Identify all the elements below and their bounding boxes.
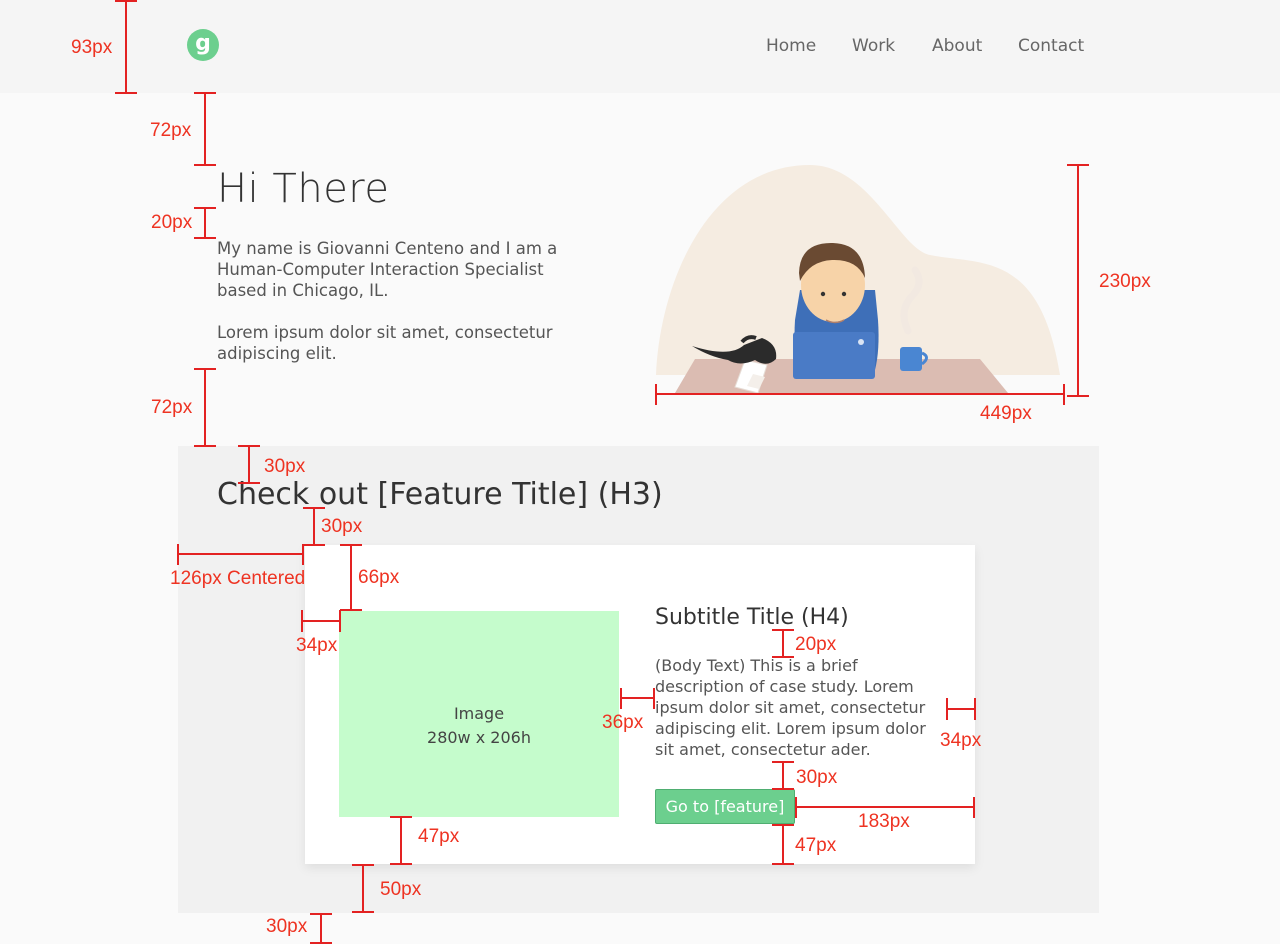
annotation-label: 183px — [858, 811, 910, 832]
annotation-label: 34px — [296, 635, 338, 656]
annotation-label: 20px — [795, 634, 837, 655]
annotation-label: 30px — [321, 516, 363, 537]
annotation-label: 30px — [266, 916, 308, 937]
annotation-label: 93px — [71, 37, 113, 58]
annotation-label: 449px — [980, 403, 1032, 424]
annotation-label: 230px — [1099, 271, 1151, 292]
annotation-label: 20px — [151, 212, 193, 233]
annotation-label: 47px — [795, 835, 837, 856]
annotation-label: 47px — [418, 826, 460, 847]
annotation-lines — [115, 0, 1089, 944]
annotation-label: 30px — [264, 456, 306, 477]
annotation-label: 30px — [796, 767, 838, 788]
annotation-label: 126px Centered — [170, 568, 306, 589]
annotation-label: 36px — [602, 712, 644, 733]
annotation-label: 72px — [150, 120, 192, 141]
annotation-label: 66px — [358, 567, 400, 588]
annotation-label: 50px — [380, 879, 422, 900]
annotation-label: 72px — [151, 397, 193, 418]
annotation-label: 34px — [940, 730, 982, 751]
